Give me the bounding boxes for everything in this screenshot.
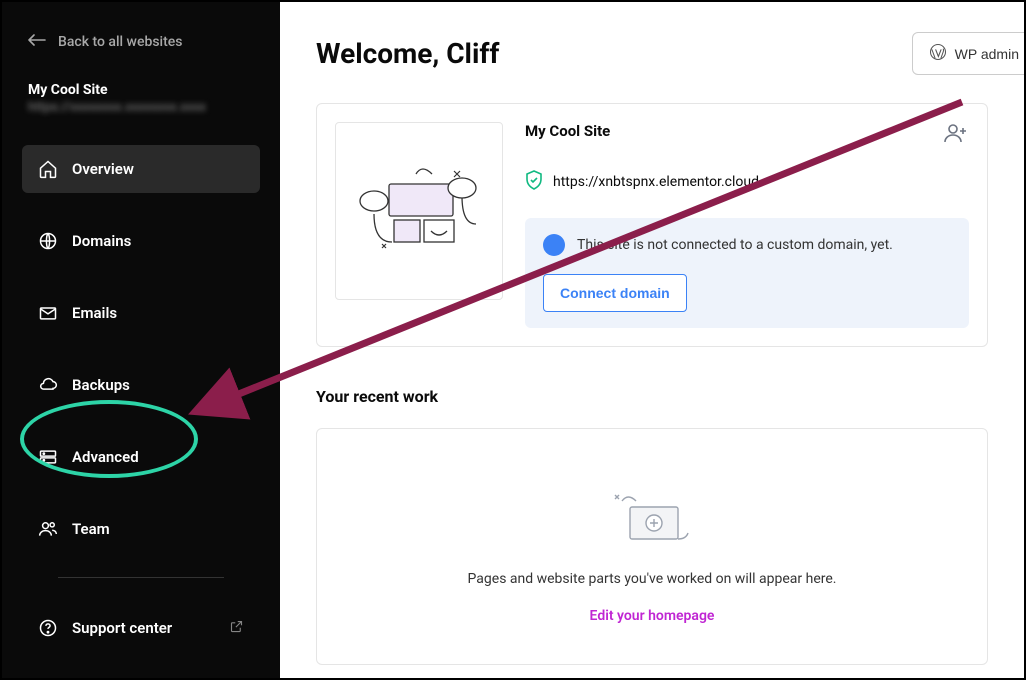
divider — [58, 577, 224, 578]
info-icon — [543, 234, 565, 256]
sidebar-site-name: My Cool Site — [28, 82, 254, 98]
sidebar-item-label: Emails — [72, 304, 117, 322]
site-thumbnail — [335, 122, 503, 300]
site-card-body: My Cool Site https://xnbtspnx.elementor.… — [525, 122, 969, 328]
server-icon — [38, 447, 58, 467]
sidebar-item-support[interactable]: Support center — [22, 604, 260, 652]
recent-work-title: Your recent work — [316, 387, 988, 406]
shield-check-icon — [525, 170, 543, 194]
site-card: My Cool Site https://xnbtspnx.elementor.… — [316, 103, 988, 347]
sidebar-item-backups[interactable]: Backups — [22, 361, 260, 409]
recent-empty-text: Pages and website parts you've worked on… — [337, 571, 967, 587]
site-card-title: My Cool Site — [525, 122, 969, 140]
mail-icon — [38, 303, 58, 323]
sidebar-item-label: Domains — [72, 232, 131, 250]
back-to-websites-link[interactable]: Back to all websites — [2, 22, 280, 70]
edit-homepage-link[interactable]: Edit your homepage — [590, 608, 715, 624]
recent-work-card: Pages and website parts you've worked on… — [316, 428, 988, 665]
site-info: My Cool Site https://xxxxxxxx.xxxxxxxx.x… — [2, 70, 280, 133]
sidebar-site-url: https://xxxxxxxx.xxxxxxxx.xxxx — [28, 100, 254, 115]
sidebar-item-team[interactable]: Team — [22, 505, 260, 553]
wp-admin-label: WP admin — [955, 46, 1019, 62]
notice-text-row: This site is not connected to a custom d… — [543, 234, 951, 256]
cloud-icon — [38, 375, 58, 395]
recent-work-section: Your recent work Pages and website parts… — [316, 387, 988, 665]
sidebar-item-label: Overview — [72, 160, 134, 178]
sidebar-item-domains[interactable]: Domains — [22, 217, 260, 265]
sidebar: Back to all websites My Cool Site https:… — [2, 2, 280, 678]
sidebar-item-label: Team — [72, 520, 110, 538]
sidebar-item-label: Backups — [72, 376, 130, 394]
notice-message: This site is not connected to a custom d… — [577, 237, 893, 253]
main-content: Welcome, Cliff WP admin — [280, 2, 1024, 678]
sidebar-item-emails[interactable]: Emails — [22, 289, 260, 337]
wordpress-icon — [929, 43, 947, 64]
users-icon — [38, 519, 58, 539]
invite-user-button[interactable] — [943, 122, 969, 148]
welcome-heading: Welcome, Cliff — [316, 37, 499, 70]
site-url-row: https://xnbtspnx.elementor.cloud — [525, 170, 969, 194]
empty-state-illustration — [602, 489, 702, 549]
site-url-text[interactable]: https://xnbtspnx.elementor.cloud — [553, 174, 759, 190]
wp-admin-button[interactable]: WP admin — [912, 32, 1024, 75]
sidebar-item-overview[interactable]: Overview — [22, 145, 260, 193]
external-link-icon — [229, 619, 244, 638]
sidebar-item-label: Advanced — [72, 448, 139, 466]
sidebar-item-label: Support center — [72, 619, 172, 637]
globe-icon — [38, 231, 58, 251]
domain-notice: This site is not connected to a custom d… — [525, 218, 969, 328]
back-label: Back to all websites — [58, 34, 182, 50]
help-icon — [38, 618, 58, 638]
sidebar-nav: Overview Domains Emails Backups — [2, 133, 280, 676]
page-header: Welcome, Cliff WP admin — [316, 32, 1024, 75]
arrow-left-icon — [28, 34, 46, 50]
home-icon — [38, 159, 58, 179]
sidebar-item-advanced[interactable]: Advanced — [22, 433, 260, 481]
site-illustration-icon — [344, 146, 494, 276]
connect-domain-button[interactable]: Connect domain — [543, 274, 687, 312]
